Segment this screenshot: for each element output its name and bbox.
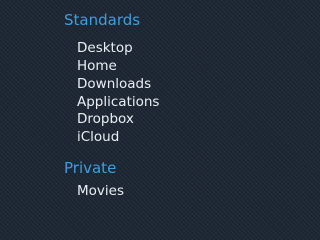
sidebar-item-applications[interactable]: Applications: [77, 94, 159, 111]
sidebar: Standards Desktop Home Downloads Applica…: [0, 0, 200, 200]
sidebar-item-dropbox[interactable]: Dropbox: [77, 111, 134, 128]
sidebar-item-downloads[interactable]: Downloads: [77, 76, 151, 93]
sidebar-item-desktop[interactable]: Desktop: [77, 40, 133, 57]
sidebar-item-movies[interactable]: Movies: [77, 183, 124, 200]
sidebar-item-icloud[interactable]: iCloud: [77, 129, 119, 146]
section-header-private: Private: [64, 159, 117, 177]
section-header-standards: Standards: [64, 11, 141, 29]
sidebar-item-home[interactable]: Home: [77, 58, 117, 75]
